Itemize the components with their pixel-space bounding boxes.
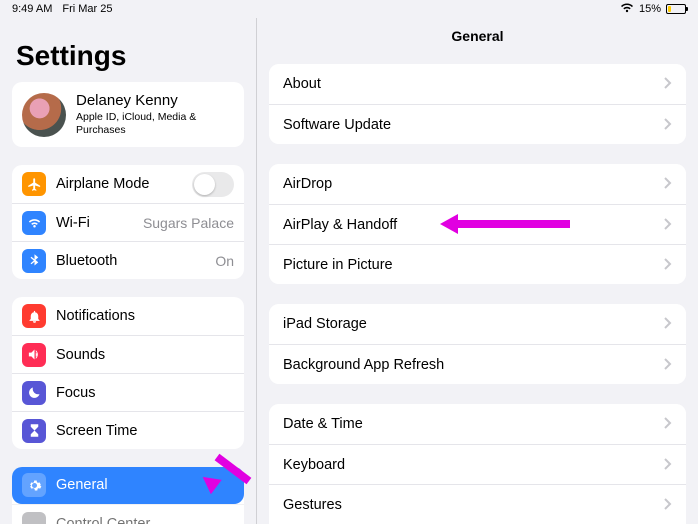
row-software-update[interactable]: Software Update	[269, 104, 686, 144]
sidebar-item-bluetooth[interactable]: Bluetooth On	[12, 241, 244, 279]
status-date: Fri Mar 25	[62, 3, 112, 15]
gear-icon	[22, 473, 46, 497]
sidebar-item-controlcenter[interactable]: Control Center	[12, 504, 244, 524]
annotation-arrow-general	[195, 447, 255, 507]
wifi-icon	[620, 3, 634, 16]
page-title: General	[269, 28, 686, 44]
bluetooth-icon	[22, 249, 46, 273]
row-label: Keyboard	[283, 457, 664, 473]
chevron-right-icon	[664, 457, 672, 473]
sidebar-item-sounds[interactable]: Sounds	[12, 335, 244, 373]
status-time: 9:49 AM	[12, 3, 52, 15]
sidebar-item-notifications[interactable]: Notifications	[12, 297, 244, 335]
bluetooth-value: On	[215, 253, 234, 269]
row-label: Focus	[56, 385, 234, 401]
chevron-right-icon	[664, 316, 672, 332]
row-label: Date & Time	[283, 416, 664, 432]
row-bg-refresh[interactable]: Background App Refresh	[269, 344, 686, 384]
row-pip[interactable]: Picture in Picture	[269, 244, 686, 284]
status-bar: 9:49 AM Fri Mar 25 15%	[0, 0, 698, 18]
sidebar-item-screentime[interactable]: Screen Time	[12, 411, 244, 449]
battery-percent: 15%	[639, 3, 661, 15]
row-label: Notifications	[56, 308, 234, 324]
bell-icon	[22, 304, 46, 328]
chevron-right-icon	[664, 76, 672, 92]
account-name: Delaney Kenny	[76, 92, 226, 109]
row-label: Software Update	[283, 117, 664, 133]
content: General About Software Update AirDrop Ai…	[257, 18, 698, 524]
moon-icon	[22, 381, 46, 405]
row-label: Bluetooth	[56, 253, 205, 269]
row-about[interactable]: About	[269, 64, 686, 104]
airplane-toggle[interactable]	[192, 172, 234, 197]
row-ipad-storage[interactable]: iPad Storage	[269, 304, 686, 344]
chevron-right-icon	[664, 357, 672, 373]
row-label: Wi-Fi	[56, 215, 133, 231]
battery-icon	[666, 4, 686, 14]
chevron-right-icon	[664, 497, 672, 513]
sidebar-item-wifi[interactable]: Wi-Fi Sugars Palace	[12, 203, 244, 241]
row-gestures[interactable]: Gestures	[269, 484, 686, 524]
account-sub: Apple ID, iCloud, Media & Purchases	[76, 111, 226, 137]
row-label: iPad Storage	[283, 316, 664, 332]
chevron-right-icon	[664, 416, 672, 432]
airplane-icon	[22, 172, 46, 196]
row-label: Gestures	[283, 497, 664, 513]
row-label: Picture in Picture	[283, 257, 664, 273]
hourglass-icon	[22, 419, 46, 443]
chevron-right-icon	[664, 217, 672, 233]
sidebar-item-airplane[interactable]: Airplane Mode	[12, 165, 244, 203]
wifi-value: Sugars Palace	[143, 215, 234, 231]
row-label: Airplane Mode	[56, 176, 182, 192]
sidebar-item-focus[interactable]: Focus	[12, 373, 244, 411]
chevron-right-icon	[664, 257, 672, 273]
row-label: About	[283, 76, 664, 92]
row-label: Sounds	[56, 347, 234, 363]
row-label: Background App Refresh	[283, 357, 664, 373]
wifi-settings-icon	[22, 211, 46, 235]
settings-title: Settings	[16, 40, 244, 72]
chevron-right-icon	[664, 176, 672, 192]
account-row[interactable]: Delaney Kenny Apple ID, iCloud, Media & …	[12, 82, 244, 147]
row-label: Screen Time	[56, 423, 234, 439]
row-keyboard[interactable]: Keyboard	[269, 444, 686, 484]
speaker-icon	[22, 343, 46, 367]
row-airdrop[interactable]: AirDrop	[269, 164, 686, 204]
sliders-icon	[22, 512, 46, 524]
avatar	[22, 93, 66, 137]
chevron-right-icon	[664, 117, 672, 133]
row-label: Control Center	[56, 516, 234, 524]
annotation-arrow-airplay	[440, 216, 570, 232]
row-date-time[interactable]: Date & Time	[269, 404, 686, 444]
row-label: AirDrop	[283, 176, 664, 192]
